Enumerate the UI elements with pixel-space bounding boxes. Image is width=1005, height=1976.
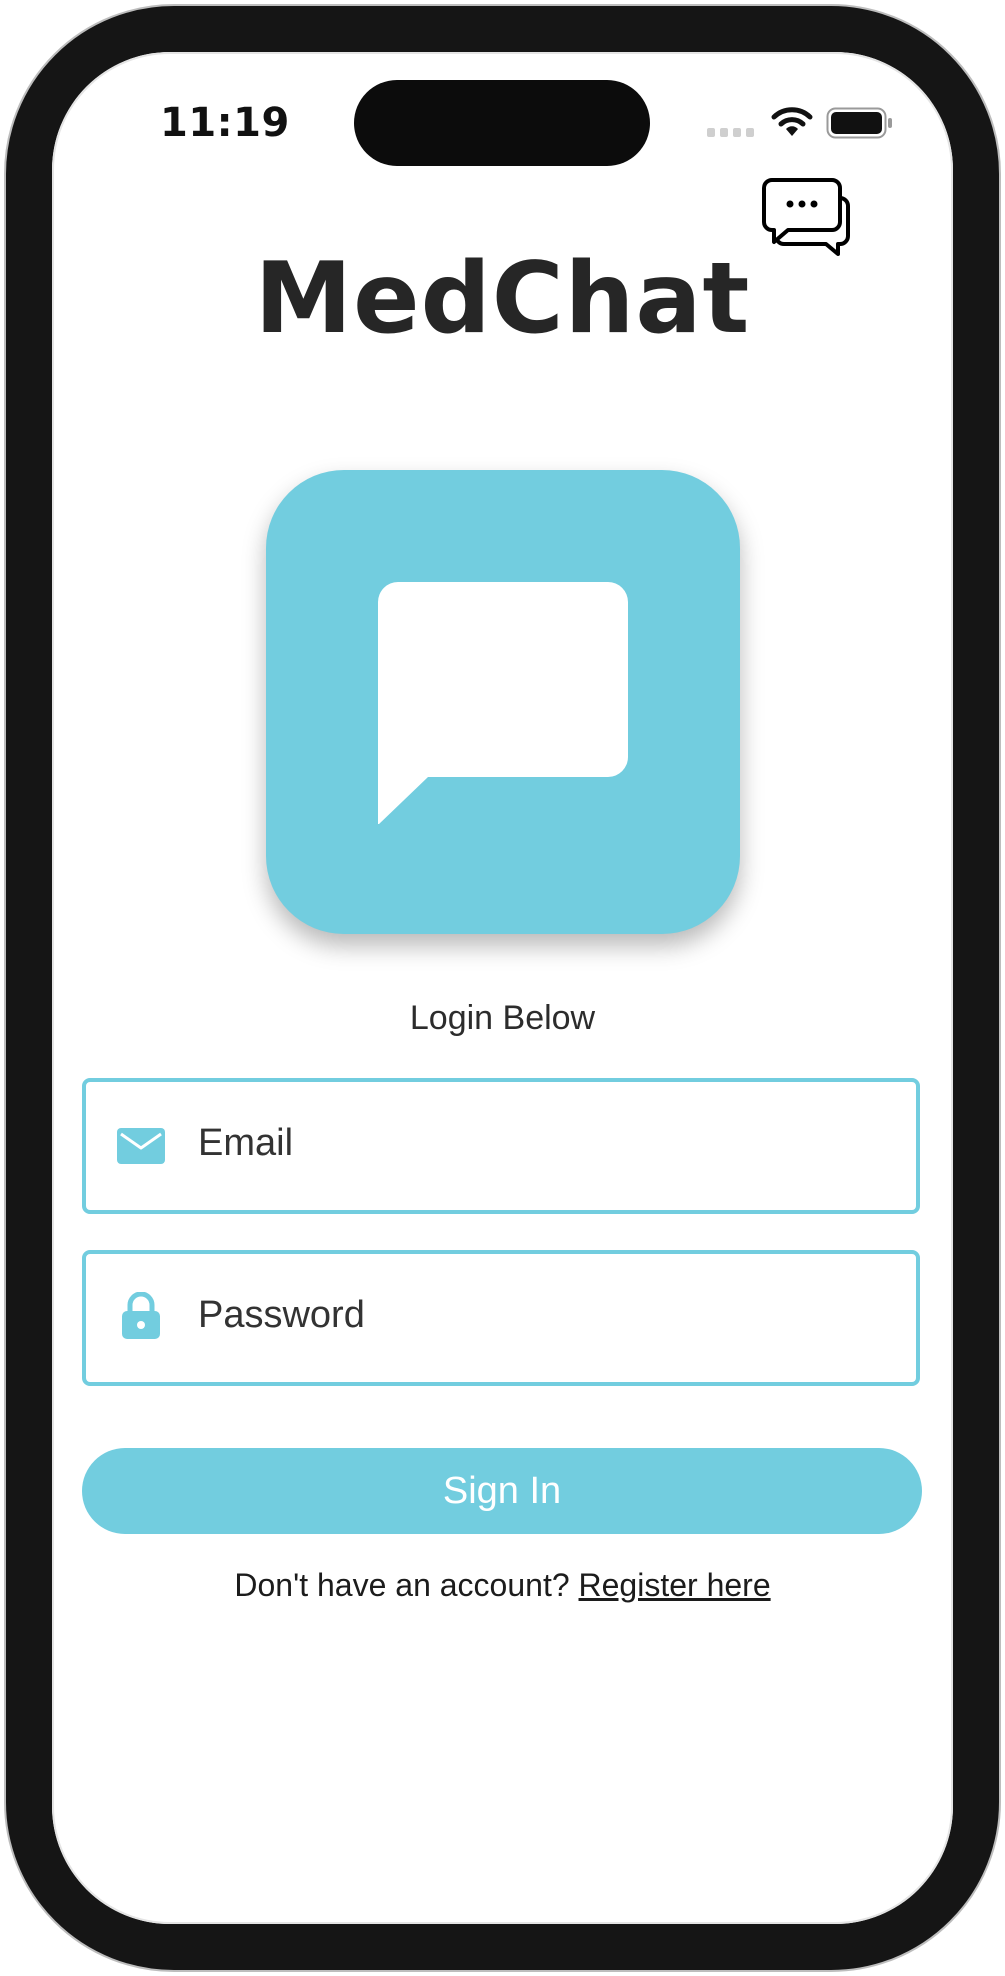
dynamic-island	[354, 80, 650, 166]
register-link[interactable]: Register here	[579, 1567, 771, 1603]
email-field[interactable]: Email	[82, 1078, 920, 1214]
email-placeholder: Email	[198, 1122, 294, 1164]
app-title: MedChat	[254, 242, 751, 356]
status-time: 11:19	[160, 100, 290, 146]
speech-bubble-icon	[378, 582, 628, 824]
lock-icon	[122, 1292, 160, 1339]
password-placeholder: Password	[198, 1294, 365, 1336]
register-prompt: Don't have an account?	[234, 1567, 570, 1603]
page: 11:19 MedChat Login Below Email Password…	[0, 0, 1005, 1976]
phone-screen: 11:19 MedChat Login Below Email Password…	[52, 52, 953, 1924]
app-logo	[266, 470, 740, 934]
sign-in-button[interactable]: Sign In	[82, 1448, 922, 1534]
signal-icon	[707, 128, 754, 137]
login-caption: Login Below	[409, 999, 596, 1037]
envelope-icon	[117, 1128, 165, 1164]
register-line: Don't have an account? Register here	[52, 1567, 953, 1604]
wifi-icon	[771, 107, 813, 136]
password-field[interactable]: Password	[82, 1250, 920, 1386]
battery-icon	[826, 107, 892, 139]
